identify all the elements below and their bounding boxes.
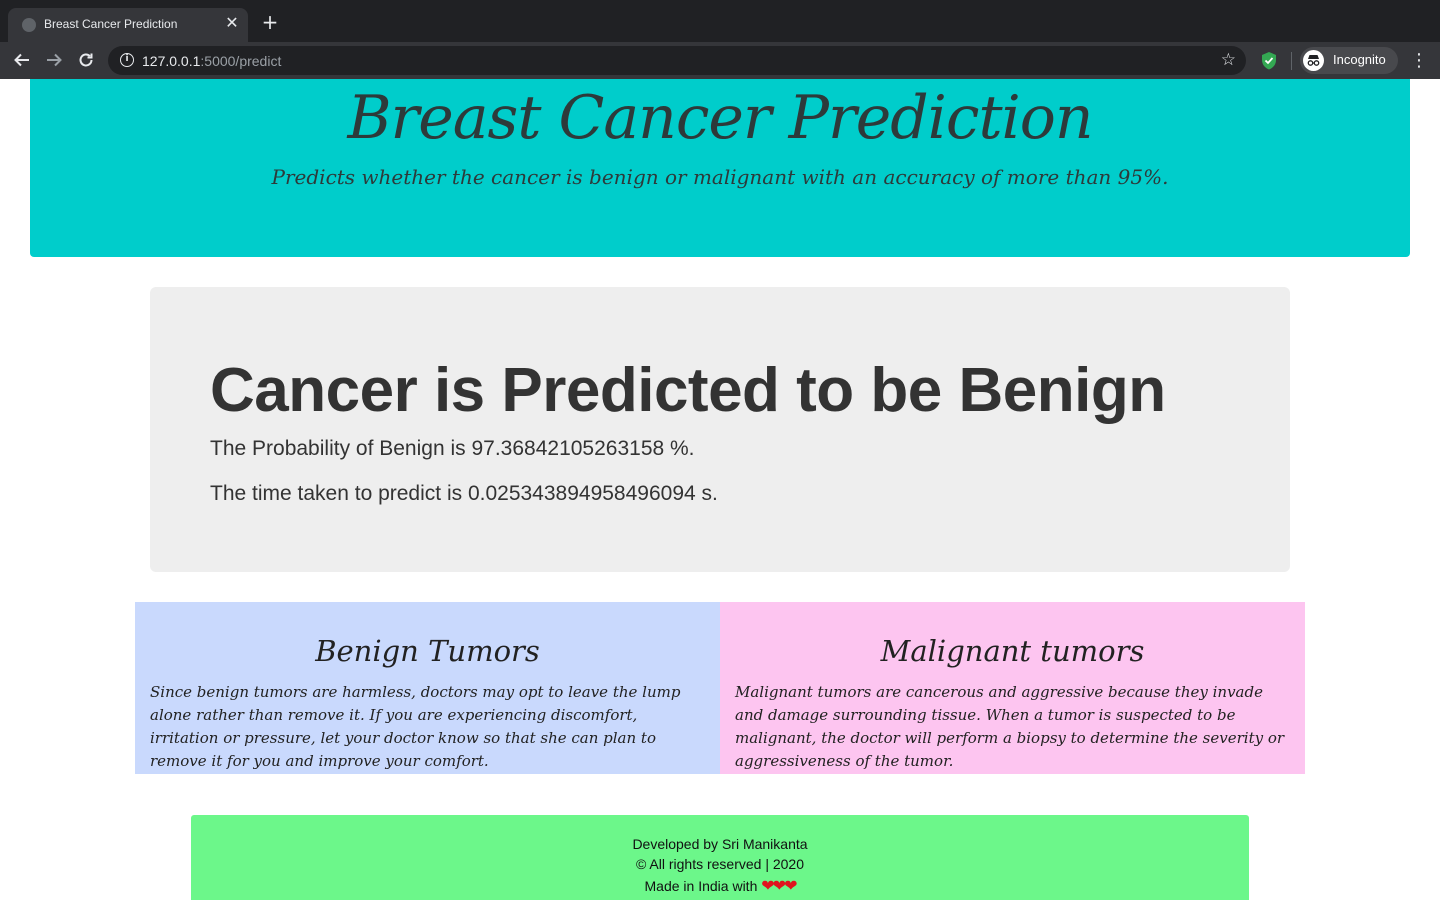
page-title: Breast Cancer Prediction <box>347 83 1093 153</box>
bookmark-star-icon[interactable]: ☆ <box>1221 50 1236 70</box>
footer: Developed by Sri Manikanta © All rights … <box>191 815 1249 900</box>
probability-text: The Probability of Benign is 97.36842105… <box>210 437 695 460</box>
benign-description: Since benign tumors are harmless, doctor… <box>150 683 681 770</box>
info-icon[interactable]: i <box>120 53 134 67</box>
incognito-icon <box>1303 50 1324 71</box>
hero-banner: Breast Cancer Prediction Predicts whethe… <box>30 79 1410 257</box>
malignant-info-card: Malignant tumors Malignant tumors are ca… <box>720 602 1305 774</box>
reload-button[interactable] <box>74 48 98 72</box>
made-in-text: Made in India with <box>644 878 758 894</box>
globe-icon <box>22 18 36 32</box>
incognito-label: Incognito <box>1333 52 1386 67</box>
close-tab-icon[interactable]: ✕ <box>222 15 242 33</box>
more-menu-icon[interactable]: ⋮ <box>1410 50 1428 72</box>
page-subtitle: Predicts whether the cancer is benign or… <box>271 165 1169 189</box>
toolbar-divider <box>1291 52 1292 70</box>
prediction-heading: Cancer is Predicted to be Benign <box>210 356 1166 425</box>
arrow-right-icon <box>47 53 62 67</box>
url-text[interactable]: 127.0.0.1:5000/predict <box>142 53 281 69</box>
malignant-title: Malignant tumors <box>880 634 1145 668</box>
prediction-time-text: The time taken to predict is 0.025343894… <box>210 482 718 505</box>
browser-tab[interactable]: Breast Cancer Prediction ✕ <box>8 8 248 42</box>
arrow-left-icon <box>14 53 29 67</box>
page-content: Breast Cancer Prediction Predicts whethe… <box>0 79 1440 900</box>
back-button[interactable] <box>10 48 34 72</box>
prediction-result-panel: Cancer is Predicted to be Benign The Pro… <box>150 287 1290 572</box>
malignant-description: Malignant tumors are cancerous and aggre… <box>735 683 1285 770</box>
reload-icon <box>79 53 93 67</box>
address-bar[interactable]: i 127.0.0.1:5000/predict ☆ <box>108 46 1246 75</box>
browser-toolbar: i 127.0.0.1:5000/predict ☆ Incognito ⋮ <box>0 42 1440 79</box>
browser-tab-bar: Breast Cancer Prediction ✕ + <box>0 0 1440 42</box>
footer-rights: © All rights reserved | 2020 <box>635 856 805 872</box>
incognito-profile-button[interactable]: Incognito <box>1300 47 1398 74</box>
tab-title: Breast Cancer Prediction <box>44 17 178 31</box>
hearts-icon: ❤❤❤ <box>761 876 797 895</box>
benign-info-card: Benign Tumors Since benign tumors are ha… <box>135 602 720 774</box>
footer-developer: Developed by Sri Manikanta <box>632 836 808 852</box>
benign-title: Benign Tumors <box>315 634 540 668</box>
tumor-info-row: Benign Tumors Since benign tumors are ha… <box>135 602 1305 774</box>
footer-made-in: Made in India with ❤❤❤ <box>191 876 1249 895</box>
forward-button[interactable] <box>42 48 66 72</box>
shield-extension-icon[interactable] <box>1260 51 1278 70</box>
new-tab-button[interactable]: + <box>258 12 282 32</box>
